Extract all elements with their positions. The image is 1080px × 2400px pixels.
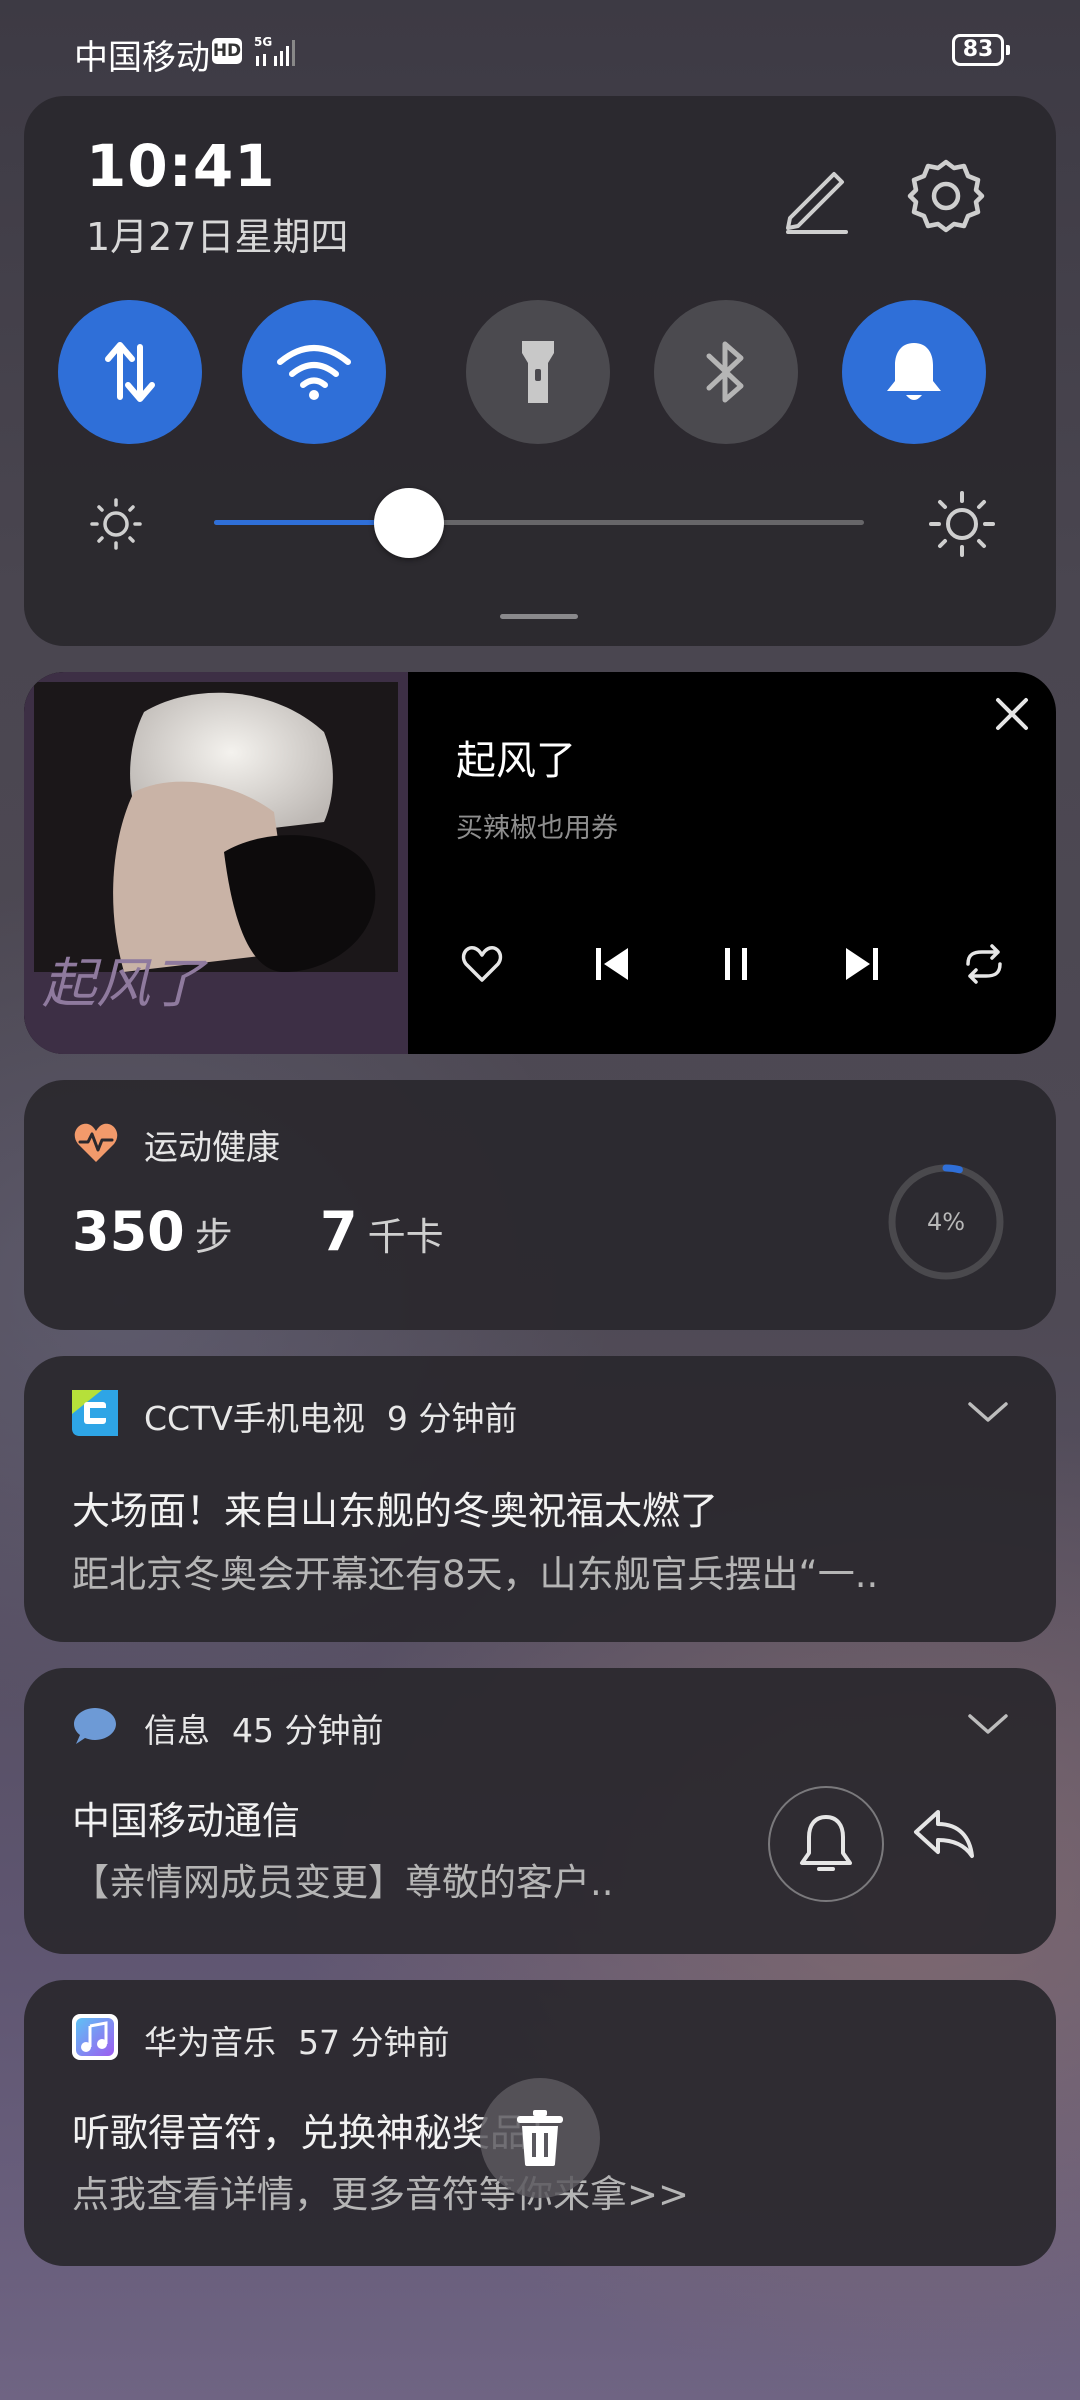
tile-flashlight[interactable] <box>466 300 610 444</box>
notification-messages[interactable]: 信息 45 分钟前 中国移动通信 【亲情网成员变更】尊敬的客户.. <box>24 1668 1056 1954</box>
cover-script-text: 起风了 <box>42 952 208 1015</box>
song-artist: 买辣椒也用券 <box>456 813 618 844</box>
app-name: 华为音乐 <box>144 2023 276 2062</box>
chevron-down-icon[interactable] <box>968 1712 1008 1736</box>
quick-settings-panel: 10:41 1月27日星期四 <box>24 96 1056 646</box>
notification-body: 距北京冬奥会开幕还有8天，山东舰官兵摆出“一.. <box>72 1553 879 1596</box>
carrier-label: 中国移动 <box>74 38 210 78</box>
bell-outline-icon <box>800 1815 852 1871</box>
brightness-high-icon <box>929 491 995 557</box>
calories-unit: 千卡 <box>367 1215 444 1259</box>
status-bar: 中国移动 HD 5G 83 <box>0 0 1080 100</box>
health-app-name: 运动健康 <box>144 1128 280 1168</box>
brightness-slider[interactable] <box>214 488 864 558</box>
app-name: CCTV手机电视 <box>144 1399 365 1438</box>
calories-count: 7 千卡 <box>320 1200 444 1263</box>
notification-time: 57 分钟前 <box>298 2023 450 2062</box>
messages-app-icon <box>74 1708 116 1744</box>
repeat-icon[interactable] <box>960 942 1008 986</box>
huawei-music-app-icon <box>72 2014 118 2060</box>
notification-header: 信息 45 分钟前 <box>144 1704 383 1752</box>
notification-body: 【亲情网成员变更】尊敬的客户.. <box>72 1861 614 1904</box>
notification-header: CCTV手机电视 9 分钟前 <box>144 1392 517 1440</box>
notification-time: 45 分钟前 <box>232 1711 384 1750</box>
calories-value: 7 <box>320 1200 358 1263</box>
brightness-low-icon <box>90 498 142 550</box>
bluetooth-icon <box>706 341 744 403</box>
clear-all-button[interactable] <box>480 2078 600 2198</box>
mute-button[interactable] <box>768 1786 884 1902</box>
bell-icon <box>887 343 941 400</box>
trash-icon <box>517 2110 563 2166</box>
brightness-control <box>24 476 1056 566</box>
svg-text:5G: 5G <box>254 35 272 49</box>
edit-icon[interactable] <box>776 156 856 236</box>
song-title: 起风了 <box>456 738 576 784</box>
health-card[interactable]: 运动健康 350 步 7 千卡 4% <box>24 1080 1056 1330</box>
notification-title: 中国移动通信 <box>72 1799 301 1843</box>
battery-icon: 83 <box>952 34 1010 66</box>
pause-icon[interactable] <box>714 942 758 986</box>
wifi-icon <box>277 345 351 400</box>
heart-icon[interactable] <box>460 942 504 986</box>
clock-time[interactable]: 10:41 <box>86 132 276 200</box>
panel-drag-handle[interactable] <box>500 614 578 619</box>
data-arrows-icon <box>105 342 155 402</box>
steps-count: 350 步 <box>72 1200 233 1263</box>
health-heart-icon <box>74 1123 118 1162</box>
cctv-app-icon <box>72 1390 118 1436</box>
hd-badge: HD <box>212 38 242 64</box>
reply-icon[interactable] <box>912 1806 976 1862</box>
flashlight-icon <box>522 341 554 403</box>
notification-header: 华为音乐 57 分钟前 <box>144 2016 449 2064</box>
tile-sound[interactable] <box>842 300 986 444</box>
steps-value: 350 <box>72 1200 185 1263</box>
brightness-knob[interactable] <box>374 488 444 558</box>
clock-date[interactable]: 1月27日星期四 <box>86 206 349 261</box>
next-icon[interactable] <box>840 942 884 986</box>
gear-icon[interactable] <box>904 154 988 238</box>
tile-bluetooth[interactable] <box>654 300 798 444</box>
album-cover: 起风了 <box>24 672 408 1054</box>
steps-unit: 步 <box>194 1215 233 1259</box>
progress-percent: 4% <box>926 1208 966 1236</box>
notification-time: 9 分钟前 <box>386 1399 518 1438</box>
chevron-down-icon[interactable] <box>968 1400 1008 1424</box>
tile-mobile-data[interactable] <box>58 300 202 444</box>
signal-icon: 5G <box>254 35 295 66</box>
close-icon[interactable] <box>990 692 1034 736</box>
app-name: 信息 <box>144 1711 210 1750</box>
tile-wifi[interactable] <box>242 300 386 444</box>
previous-icon[interactable] <box>590 942 634 986</box>
notification-cctv[interactable]: CCTV手机电视 9 分钟前 大场面！来自山东舰的冬奥祝福太燃了 距北京冬奥会开幕… <box>24 1356 1056 1642</box>
notification-title: 大场面！来自山东舰的冬奥祝福太燃了 <box>72 1489 719 1533</box>
music-player-card[interactable]: 起风了 起风了 买辣椒也用券 <box>24 672 1056 1054</box>
